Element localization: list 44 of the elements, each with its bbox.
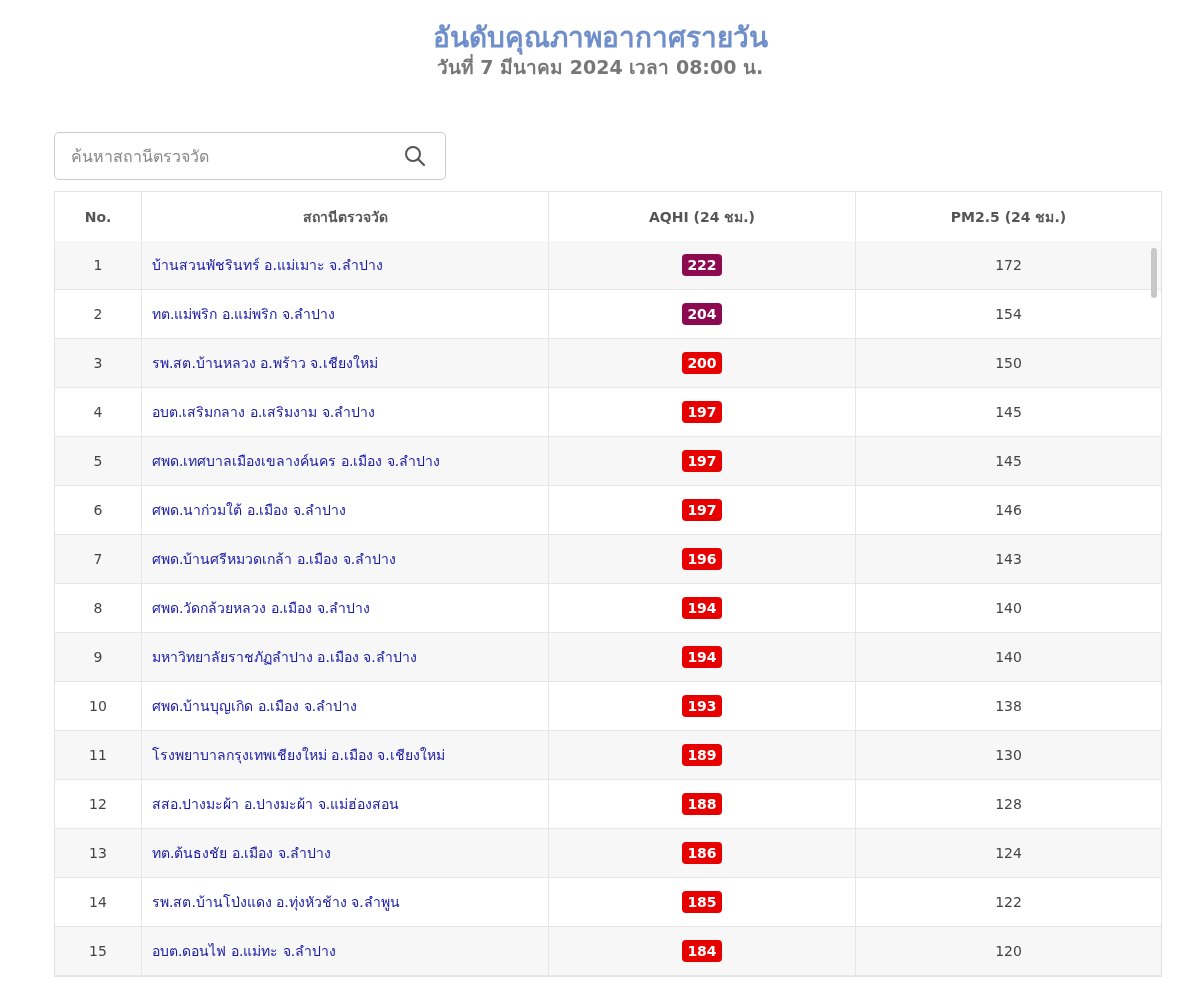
aqhi-badge: 197	[682, 401, 722, 423]
date-subtitle: วันที่ 7 มีนาคม 2024 เวลา 08:00 น.	[436, 56, 764, 78]
row-number: 7	[55, 535, 142, 584]
aqhi-badge: 184	[682, 940, 722, 962]
aqhi-badge: 197	[682, 450, 722, 472]
station-link[interactable]: มหาวิทยาลัยราชภัฏลำปาง อ.เมือง จ.ลำปาง	[142, 633, 549, 682]
row-number: 5	[55, 437, 142, 486]
search-field[interactable]: ค้นหาสถานีตรวจวัด	[54, 132, 446, 180]
row-number: 11	[55, 731, 142, 780]
aqhi-badge: 194	[682, 646, 722, 668]
pm25-value: 130	[856, 731, 1161, 780]
page-title: อันดับคุณภาพอากาศรายวัน	[432, 20, 768, 55]
station-link[interactable]: รพ.สต.บ้านหลวง อ.พร้าว จ.เชียงใหม่	[142, 339, 549, 388]
aqhi-badge: 204	[682, 303, 722, 325]
aqhi-badge: 194	[682, 597, 722, 619]
pm25-value: 124	[856, 829, 1161, 878]
row-number: 9	[55, 633, 142, 682]
pm25-value: 172	[856, 241, 1161, 290]
aqhi-badge: 197	[682, 499, 722, 521]
pm25-value: 143	[856, 535, 1161, 584]
aqhi-badge: 188	[682, 793, 722, 815]
row-number: 15	[55, 927, 142, 976]
aqhi-badge: 222	[682, 254, 722, 276]
search-icon	[404, 145, 426, 167]
aqhi-badge: 185	[682, 891, 722, 913]
scrollbar-thumb[interactable]	[1151, 248, 1157, 298]
station-link[interactable]: โรงพยาบาลกรุงเทพเชียงใหม่ อ.เมือง จ.เชียงใหม่	[142, 731, 549, 780]
pm25-value: 150	[856, 339, 1161, 388]
aqhi-badge: 189	[682, 744, 722, 766]
aqhi-badge: 186	[682, 842, 722, 864]
row-number: 3	[55, 339, 142, 388]
row-number: 13	[55, 829, 142, 878]
station-link[interactable]: บ้านสวนพัชรินทร์ อ.แม่เมาะ จ.ลำปาง	[142, 241, 549, 290]
aqhi-badge: 196	[682, 548, 722, 570]
aqhi-badge: 193	[682, 695, 722, 717]
row-number: 1	[55, 241, 142, 290]
station-link[interactable]: ศพด.เทศบาลเมืองเขลางค์นคร อ.เมือง จ.ลำปาง	[142, 437, 549, 486]
aqhi-badge: 200	[682, 352, 722, 374]
pm25-value: 140	[856, 633, 1161, 682]
station-link[interactable]: ทต.ต้นธงชัย อ.เมือง จ.ลำปาง	[142, 829, 549, 878]
pm25-value: 145	[856, 437, 1161, 486]
pm25-value: 120	[856, 927, 1161, 976]
station-link[interactable]: ศพด.บ้านศรีหมวดเกล้า อ.เมือง จ.ลำปาง	[142, 535, 549, 584]
station-link[interactable]: อบต.ดอนไฟ อ.แม่ทะ จ.ลำปาง	[142, 927, 549, 976]
